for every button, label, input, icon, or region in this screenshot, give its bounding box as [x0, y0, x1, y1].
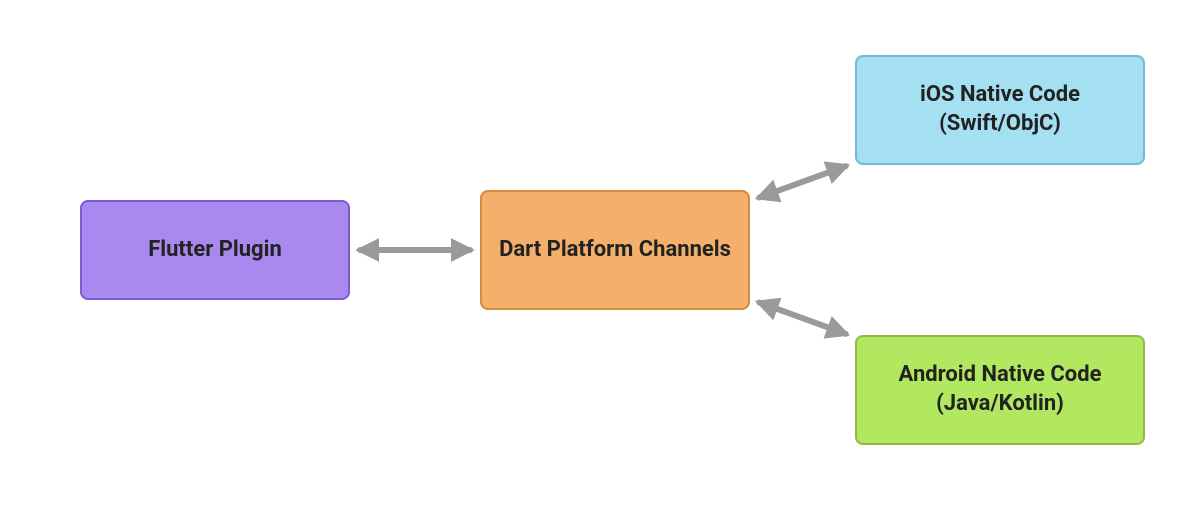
- node-flutter-plugin: Flutter Plugin: [80, 200, 350, 300]
- edge-dart_platform_channels-android_native: [759, 303, 845, 334]
- node-ios-native-label: iOS Native Code (Swift/ObjC): [869, 81, 1131, 138]
- node-flutter-plugin-label: Flutter Plugin: [148, 236, 282, 265]
- node-dart-platform-channels: Dart Platform Channels: [480, 190, 750, 310]
- node-ios-native: iOS Native Code (Swift/ObjC): [855, 55, 1145, 165]
- edge-dart_platform_channels-ios_native: [759, 166, 845, 197]
- node-android-native-label: Android Native Code (Java/Kotlin): [869, 361, 1131, 418]
- node-android-native: Android Native Code (Java/Kotlin): [855, 335, 1145, 445]
- node-dart-platform-channels-label: Dart Platform Channels: [499, 236, 731, 265]
